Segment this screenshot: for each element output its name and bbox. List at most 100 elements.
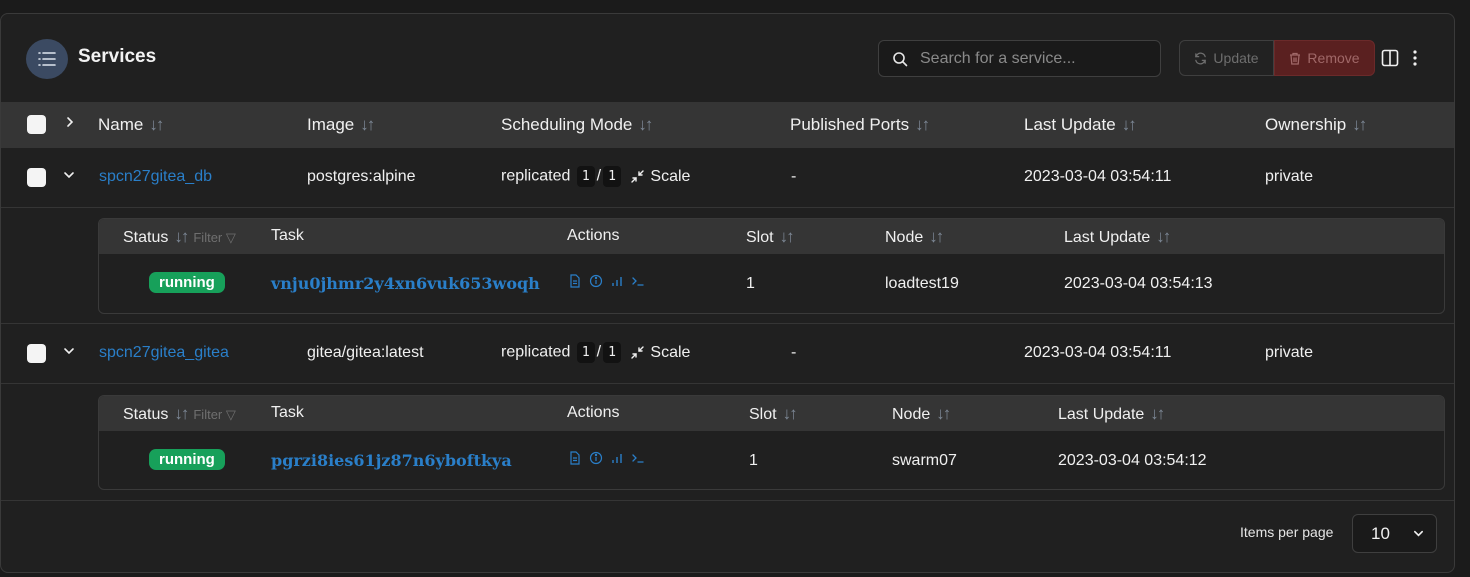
action-button-group: Update Remove	[1179, 40, 1375, 76]
scale-icon	[631, 346, 645, 359]
task-actions	[568, 274, 645, 288]
tasks-table-header: Status ↓↑ Filter ▽ Task Actions Slot ↓↑ Nod…	[99, 396, 1444, 431]
service-last-update: 2023-03-04 03:54:11	[1024, 344, 1172, 361]
task-column-task: Task	[271, 404, 304, 421]
task-last-update: 2023-03-04 03:54:12	[1058, 452, 1207, 469]
column-header-name[interactable]: Name ↓↑	[98, 115, 164, 135]
status-filter[interactable]: Filter ▽	[193, 407, 236, 422]
scale-button[interactable]: Scale	[631, 344, 690, 362]
status-badge: running	[149, 449, 225, 470]
desired-count: 1	[603, 342, 621, 363]
status-filter[interactable]: Filter ▽	[193, 230, 236, 245]
filter-icon: ▽	[225, 230, 236, 245]
remove-button[interactable]: Remove	[1274, 40, 1375, 76]
info-icon[interactable]	[589, 274, 603, 288]
more-options-icon[interactable]	[1408, 49, 1422, 67]
sort-icon: ↓↑	[929, 227, 944, 246]
update-button[interactable]: Update	[1179, 40, 1274, 76]
task-id-link[interactable]: pgrzi8ies61jz87n6yboftkya	[271, 451, 512, 470]
page-title: Services	[78, 46, 157, 67]
list-icon	[26, 39, 68, 79]
task-last-update: 2023-03-04 03:54:13	[1064, 275, 1213, 292]
search-box[interactable]	[878, 40, 1161, 77]
sort-icon: ↓↑	[174, 404, 189, 423]
column-header-image-label: Image	[307, 115, 355, 134]
column-header-ports-label: Published Ports	[790, 115, 910, 134]
column-header-ports[interactable]: Published Ports ↓↑	[790, 115, 930, 135]
tasks-table: Status ↓↑ Filter ▽ Task Actions Slot ↓↑ Nod…	[98, 395, 1445, 490]
task-column-actions: Actions	[567, 227, 620, 244]
console-icon[interactable]	[631, 274, 645, 288]
logs-icon[interactable]	[568, 274, 582, 288]
column-header-scheduling-label: Scheduling Mode	[501, 115, 633, 134]
sort-icon: ↓↑	[638, 115, 653, 134]
items-per-page-label: Items per page	[1240, 524, 1334, 540]
task-column-status[interactable]: Status ↓↑ Filter ▽	[123, 227, 236, 247]
task-column-slot[interactable]: Slot ↓↑	[749, 404, 798, 424]
services-panel: Services Update Remove	[0, 13, 1455, 573]
chevron-right-icon[interactable]	[64, 116, 76, 128]
running-count: 1	[576, 166, 595, 187]
task-column-status[interactable]: Status ↓↑ Filter ▽	[123, 404, 236, 424]
row-checkbox[interactable]	[27, 344, 46, 363]
task-node: swarm07	[892, 452, 957, 469]
published-ports: -	[791, 168, 797, 185]
task-column-node[interactable]: Node ↓↑	[885, 227, 944, 247]
column-header-image[interactable]: Image ↓↑	[307, 115, 375, 135]
task-column-last-update[interactable]: Last Update ↓↑	[1064, 227, 1171, 247]
task-slot: 1	[749, 452, 758, 469]
scheduling-mode: replicated 1/1 Scale	[501, 342, 690, 363]
stats-icon[interactable]	[610, 274, 624, 288]
sort-icon: ↓↑	[936, 404, 951, 423]
remove-button-label: Remove	[1307, 50, 1360, 66]
chevron-down-icon	[1414, 530, 1423, 537]
console-icon[interactable]	[631, 451, 645, 465]
desired-count: 1	[603, 166, 621, 187]
filter-icon: ▽	[225, 407, 236, 422]
task-column-slot-label: Slot	[749, 406, 777, 423]
panel-header: Services Update Remove	[1, 14, 1454, 102]
service-name-link[interactable]: spcn27gitea_gitea	[99, 344, 229, 362]
task-column-slot[interactable]: Slot ↓↑	[746, 227, 795, 247]
logs-icon[interactable]	[568, 451, 582, 465]
published-ports: -	[791, 344, 797, 361]
columns-icon[interactable]	[1381, 49, 1399, 67]
items-per-page-select[interactable]: 10	[1352, 514, 1437, 553]
service-row: spcn27gitea_db postgres:alpine replicate…	[1, 148, 1454, 208]
sort-icon: ↓↑	[779, 227, 795, 246]
chevron-down-icon[interactable]	[63, 169, 75, 181]
items-per-page-value: 10	[1371, 523, 1390, 543]
service-ownership: private	[1265, 168, 1314, 185]
task-column-node-label: Node	[885, 229, 924, 246]
tasks-table: Status ↓↑ Filter ▽ Task Actions Slot ↓↑ Nod…	[98, 218, 1445, 314]
trash-icon	[1290, 52, 1301, 65]
task-expansion-row: Status ↓↑ Filter ▽ Task Actions Slot ↓↑ Nod…	[1, 208, 1454, 324]
task-slot: 1	[746, 275, 755, 292]
stats-icon[interactable]	[610, 451, 624, 465]
task-id-link[interactable]: vnju0jhmr2y4xn6vuk653woqh	[271, 274, 540, 293]
sort-icon: ↓↑	[1352, 115, 1367, 134]
column-header-last-update[interactable]: Last Update ↓↑	[1024, 115, 1137, 135]
task-column-status-label: Status	[123, 229, 169, 246]
column-header-last-update-label: Last Update	[1024, 115, 1116, 134]
task-actions	[568, 451, 645, 465]
status-filter-label: Filter	[193, 230, 223, 245]
scale-icon	[631, 170, 645, 183]
search-input[interactable]	[920, 49, 1150, 68]
scale-button[interactable]: Scale	[631, 168, 690, 186]
scale-label: Scale	[650, 343, 691, 361]
task-column-last-update-label: Last Update	[1058, 406, 1145, 423]
column-header-ownership[interactable]: Ownership ↓↑	[1265, 115, 1367, 135]
status-badge: running	[149, 272, 225, 293]
task-column-last-update-label: Last Update	[1064, 229, 1151, 246]
service-name-link[interactable]: spcn27gitea_db	[99, 168, 212, 186]
select-all-checkbox[interactable]	[27, 115, 46, 134]
replica-separator: /	[596, 167, 602, 185]
row-checkbox[interactable]	[27, 168, 46, 187]
chevron-down-icon[interactable]	[63, 345, 75, 357]
mode-label: replicated	[501, 343, 571, 361]
info-icon[interactable]	[589, 451, 603, 465]
column-header-scheduling[interactable]: Scheduling Mode ↓↑	[501, 115, 653, 135]
task-column-last-update[interactable]: Last Update ↓↑	[1058, 404, 1165, 424]
task-column-node[interactable]: Node ↓↑	[892, 404, 951, 424]
